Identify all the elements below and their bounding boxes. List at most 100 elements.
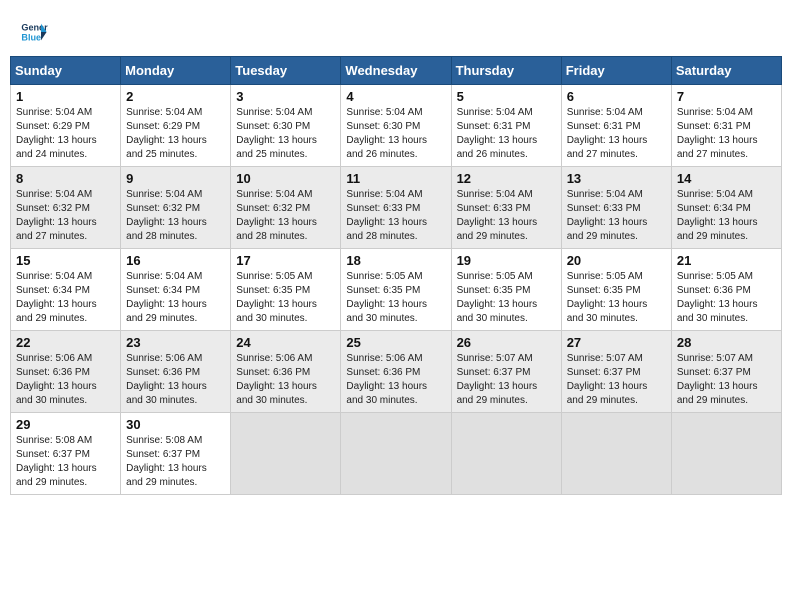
- day-info: Sunrise: 5:07 AM Sunset: 6:37 PM Dayligh…: [677, 352, 776, 408]
- day-number: 27: [567, 335, 666, 350]
- calendar-cell: [451, 413, 561, 495]
- day-number: 2: [126, 89, 225, 104]
- calendar-cell: 12Sunrise: 5:04 AM Sunset: 6:33 PM Dayli…: [451, 167, 561, 249]
- day-info: Sunrise: 5:04 AM Sunset: 6:31 PM Dayligh…: [677, 106, 776, 162]
- day-number: 30: [126, 417, 225, 432]
- calendar-cell: 7 Sunrise: 5:04 AM Sunset: 6:31 PM Daylig…: [671, 85, 781, 167]
- col-header-tuesday: Tuesday: [231, 57, 341, 85]
- calendar-cell: 20 Sunrise: 5:05 AM Sunset: 6:35 PM Dayli…: [561, 249, 671, 331]
- day-number: 7: [677, 89, 776, 104]
- day-number: 8: [16, 171, 115, 186]
- calendar-cell: [561, 413, 671, 495]
- day-info: Sunrise: 5:05 AM Sunset: 6:35 PM Dayligh…: [457, 270, 556, 326]
- calendar-cell: 17 Sunrise: 5:05 AM Sunset: 6:35 PM Dayli…: [231, 249, 341, 331]
- header: General Blue: [10, 10, 782, 50]
- day-number: 20: [567, 253, 666, 268]
- day-info: Sunrise: 5:06 AM Sunset: 6:36 PM Dayligh…: [16, 352, 115, 408]
- calendar-cell: 23Sunrise: 5:06 AM Sunset: 6:36 PM Dayli…: [121, 331, 231, 413]
- day-number: 9: [126, 171, 225, 186]
- calendar-cell: 22 Sunrise: 5:06 AM Sunset: 6:36 PM Dayli…: [11, 331, 121, 413]
- day-number: 1: [16, 89, 115, 104]
- svg-text:Blue: Blue: [21, 32, 41, 42]
- day-info: Sunrise: 5:04 AM Sunset: 6:34 PM Dayligh…: [16, 270, 115, 326]
- day-number: 5: [457, 89, 556, 104]
- day-info: Sunrise: 5:04 AM Sunset: 6:32 PM Dayligh…: [16, 188, 115, 244]
- day-number: 29: [16, 417, 115, 432]
- calendar-cell: 10 Sunrise: 5:04 AM Sunset: 6:32 PM Dayli…: [231, 167, 341, 249]
- calendar-cell: 16Sunrise: 5:04 AM Sunset: 6:34 PM Dayli…: [121, 249, 231, 331]
- day-number: 22: [16, 335, 115, 350]
- day-info: Sunrise: 5:04 AM Sunset: 6:29 PM Dayligh…: [16, 106, 115, 162]
- calendar-cell: 28Sunrise: 5:07 AM Sunset: 6:37 PM Dayli…: [671, 331, 781, 413]
- day-info: Sunrise: 5:04 AM Sunset: 6:31 PM Dayligh…: [457, 106, 556, 162]
- day-info: Sunrise: 5:06 AM Sunset: 6:36 PM Dayligh…: [236, 352, 335, 408]
- calendar-cell: 29Sunrise: 5:08 AM Sunset: 6:37 PM Dayli…: [11, 413, 121, 495]
- calendar-cell: 5 Sunrise: 5:04 AM Sunset: 6:31 PM Daylig…: [451, 85, 561, 167]
- col-header-thursday: Thursday: [451, 57, 561, 85]
- calendar-cell: 9 Sunrise: 5:04 AM Sunset: 6:32 PM Daylig…: [121, 167, 231, 249]
- day-number: 16: [126, 253, 225, 268]
- calendar-cell: 30Sunrise: 5:08 AM Sunset: 6:37 PM Dayli…: [121, 413, 231, 495]
- calendar-cell: 15 Sunrise: 5:04 AM Sunset: 6:34 PM Dayli…: [11, 249, 121, 331]
- day-number: 11: [346, 171, 445, 186]
- day-info: Sunrise: 5:04 AM Sunset: 6:32 PM Dayligh…: [126, 188, 225, 244]
- day-info: Sunrise: 5:04 AM Sunset: 6:32 PM Dayligh…: [236, 188, 335, 244]
- day-info: Sunrise: 5:04 AM Sunset: 6:33 PM Dayligh…: [346, 188, 445, 244]
- day-number: 26: [457, 335, 556, 350]
- col-header-sunday: Sunday: [11, 57, 121, 85]
- day-number: 19: [457, 253, 556, 268]
- calendar-cell: 8 Sunrise: 5:04 AM Sunset: 6:32 PM Daylig…: [11, 167, 121, 249]
- day-number: 13: [567, 171, 666, 186]
- day-number: 10: [236, 171, 335, 186]
- logo-icon: General Blue: [20, 18, 48, 46]
- calendar-cell: 25 Sunrise: 5:06 AM Sunset: 6:36 PM Dayli…: [341, 331, 451, 413]
- calendar-table: SundayMondayTuesdayWednesdayThursdayFrid…: [10, 56, 782, 495]
- day-info: Sunrise: 5:04 AM Sunset: 6:30 PM Dayligh…: [346, 106, 445, 162]
- day-info: Sunrise: 5:05 AM Sunset: 6:35 PM Dayligh…: [236, 270, 335, 326]
- day-info: Sunrise: 5:05 AM Sunset: 6:35 PM Dayligh…: [346, 270, 445, 326]
- calendar-week-5: 29Sunrise: 5:08 AM Sunset: 6:37 PM Dayli…: [11, 413, 782, 495]
- calendar-week-2: 8 Sunrise: 5:04 AM Sunset: 6:32 PM Daylig…: [11, 167, 782, 249]
- calendar-cell: 2 Sunrise: 5:04 AM Sunset: 6:29 PM Daylig…: [121, 85, 231, 167]
- col-header-saturday: Saturday: [671, 57, 781, 85]
- day-number: 21: [677, 253, 776, 268]
- col-header-wednesday: Wednesday: [341, 57, 451, 85]
- day-info: Sunrise: 5:04 AM Sunset: 6:33 PM Dayligh…: [457, 188, 556, 244]
- calendar-cell: 21 Sunrise: 5:05 AM Sunset: 6:36 PM Dayli…: [671, 249, 781, 331]
- calendar-cell: 19 Sunrise: 5:05 AM Sunset: 6:35 PM Dayli…: [451, 249, 561, 331]
- calendar-cell: 1 Sunrise: 5:04 AM Sunset: 6:29 PM Daylig…: [11, 85, 121, 167]
- day-info: Sunrise: 5:04 AM Sunset: 6:29 PM Dayligh…: [126, 106, 225, 162]
- calendar-cell: [341, 413, 451, 495]
- day-number: 24: [236, 335, 335, 350]
- calendar-cell: [671, 413, 781, 495]
- day-number: 17: [236, 253, 335, 268]
- calendar-cell: 24 Sunrise: 5:06 AM Sunset: 6:36 PM Dayli…: [231, 331, 341, 413]
- calendar-cell: 27 Sunrise: 5:07 AM Sunset: 6:37 PM Dayli…: [561, 331, 671, 413]
- calendar-header-row: SundayMondayTuesdayWednesdayThursdayFrid…: [11, 57, 782, 85]
- day-info: Sunrise: 5:04 AM Sunset: 6:30 PM Dayligh…: [236, 106, 335, 162]
- day-info: Sunrise: 5:04 AM Sunset: 6:34 PM Dayligh…: [677, 188, 776, 244]
- day-number: 6: [567, 89, 666, 104]
- calendar-week-1: 1 Sunrise: 5:04 AM Sunset: 6:29 PM Daylig…: [11, 85, 782, 167]
- day-number: 14: [677, 171, 776, 186]
- calendar-cell: [231, 413, 341, 495]
- calendar-cell: 4 Sunrise: 5:04 AM Sunset: 6:30 PM Daylig…: [341, 85, 451, 167]
- calendar-week-3: 15 Sunrise: 5:04 AM Sunset: 6:34 PM Dayli…: [11, 249, 782, 331]
- day-number: 15: [16, 253, 115, 268]
- day-info: Sunrise: 5:05 AM Sunset: 6:36 PM Dayligh…: [677, 270, 776, 326]
- day-info: Sunrise: 5:06 AM Sunset: 6:36 PM Dayligh…: [126, 352, 225, 408]
- day-number: 25: [346, 335, 445, 350]
- col-header-monday: Monday: [121, 57, 231, 85]
- calendar-cell: 26Sunrise: 5:07 AM Sunset: 6:37 PM Dayli…: [451, 331, 561, 413]
- calendar-cell: 18Sunrise: 5:05 AM Sunset: 6:35 PM Dayli…: [341, 249, 451, 331]
- day-info: Sunrise: 5:05 AM Sunset: 6:35 PM Dayligh…: [567, 270, 666, 326]
- calendar-week-4: 22 Sunrise: 5:06 AM Sunset: 6:36 PM Dayli…: [11, 331, 782, 413]
- day-number: 4: [346, 89, 445, 104]
- calendar-cell: 3 Sunrise: 5:04 AM Sunset: 6:30 PM Daylig…: [231, 85, 341, 167]
- calendar-cell: 6Sunrise: 5:04 AM Sunset: 6:31 PM Daylig…: [561, 85, 671, 167]
- day-info: Sunrise: 5:07 AM Sunset: 6:37 PM Dayligh…: [567, 352, 666, 408]
- col-header-friday: Friday: [561, 57, 671, 85]
- day-info: Sunrise: 5:06 AM Sunset: 6:36 PM Dayligh…: [346, 352, 445, 408]
- day-number: 3: [236, 89, 335, 104]
- calendar-cell: 11 Sunrise: 5:04 AM Sunset: 6:33 PM Dayli…: [341, 167, 451, 249]
